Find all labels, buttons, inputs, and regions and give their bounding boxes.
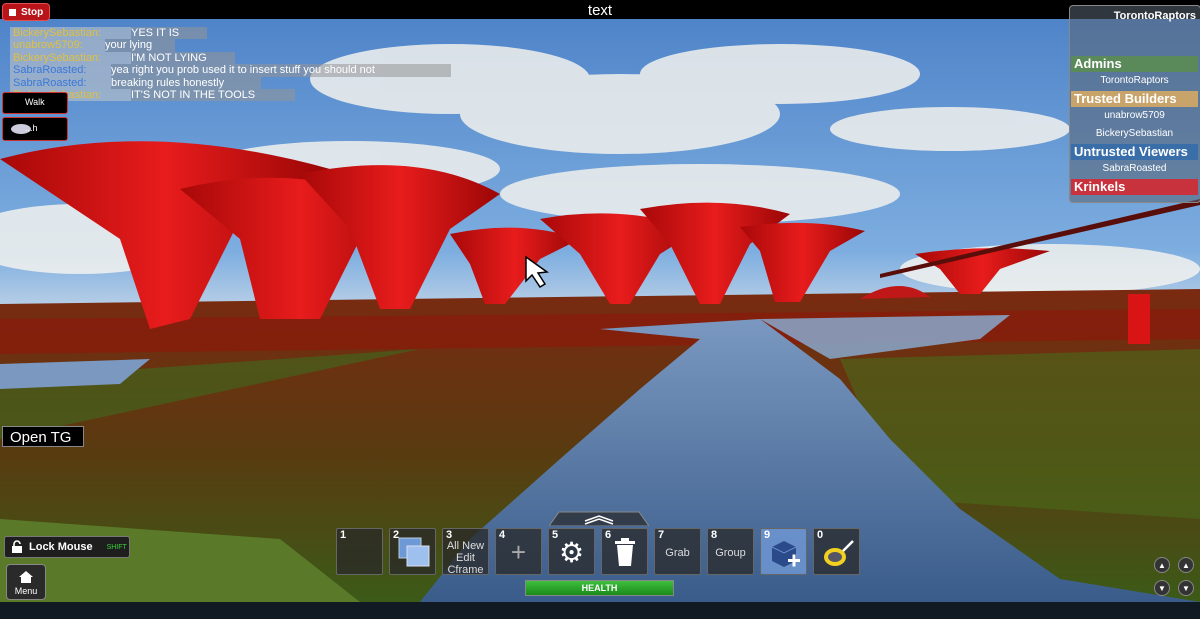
- chat-message: yea right you prob used it to insert stu…: [111, 64, 451, 77]
- chat-line: SabraRoasted: yea right you prob used it …: [10, 64, 451, 77]
- lock-mouse-button[interactable]: Lock Mouse SHIFT: [4, 536, 130, 558]
- slot-number: 7: [658, 529, 665, 541]
- chat-message: breaking rules honestly: [111, 76, 261, 89]
- health-label: HEALTH: [581, 583, 618, 593]
- slot-number: 6: [605, 529, 612, 541]
- chat-line: unabrow5709: your lying: [10, 39, 451, 52]
- hotbar-slot-2[interactable]: 2: [389, 528, 436, 575]
- paint-bucket-icon: [824, 540, 854, 566]
- chat-speaker: SabraRoasted:: [10, 76, 111, 89]
- camera-down-button[interactable]: ▼: [1154, 580, 1170, 596]
- window-title: text: [587, 2, 613, 19]
- stop-label: Stop: [21, 6, 44, 18]
- menu-label: Menu: [14, 586, 38, 596]
- chat-line: BickerySebastian:IT'S NOT IN THE TOOLS: [10, 88, 451, 102]
- copy-icon: [398, 537, 430, 567]
- local-player-name: TorontoRaptors: [1113, 10, 1196, 22]
- red-pillar: [1128, 294, 1150, 344]
- chevron-up-icon: ▲: [1182, 561, 1190, 570]
- slot-number: 8: [711, 529, 718, 541]
- hotbar-slot-6[interactable]: 6: [601, 528, 648, 575]
- open-tg-label: Open TG: [10, 429, 72, 446]
- slot-label: All New Edit Cframe: [446, 540, 485, 576]
- stop-icon: [9, 8, 16, 16]
- health-bar: HEALTH: [525, 580, 674, 596]
- team-krinkels[interactable]: Krinkels: [1071, 179, 1198, 195]
- chat-line: SabraRoasted: breaking rules honestly: [10, 76, 451, 89]
- hotbar-slot-4[interactable]: 4 +: [495, 528, 542, 575]
- player-entry[interactable]: BickerySebastian: [1071, 127, 1198, 140]
- menu-button[interactable]: Menu: [6, 564, 46, 600]
- walk-label: Walk: [25, 97, 45, 107]
- chat-toggle-label: ...h: [25, 123, 38, 133]
- chat-message: IT'S NOT IN THE TOOLS: [131, 88, 295, 102]
- lock-icon: [12, 540, 22, 553]
- insert-block-icon: [771, 541, 800, 567]
- chat-message: your lying: [105, 39, 175, 52]
- hotbar-slot-8[interactable]: 8 Group: [707, 528, 754, 575]
- camera-tilt-down-button[interactable]: ▼: [1178, 580, 1194, 596]
- gear-icon: ⚙: [558, 537, 585, 568]
- chat-speaker: unabrow5709:: [10, 39, 105, 52]
- chat-log: BickerySebastian: YES IT IS unabrow5709: y…: [10, 27, 451, 102]
- chat-toggle-button[interactable]: ...h: [2, 117, 68, 141]
- player-entry[interactable]: SabraRoasted: [1071, 162, 1198, 175]
- team-admins[interactable]: Admins: [1071, 56, 1198, 72]
- backpack-toggle-icon[interactable]: [549, 508, 649, 526]
- team-untrusted-viewers[interactable]: Untrusted Viewers: [1071, 144, 1198, 160]
- shift-hint: SHIFT: [106, 543, 127, 551]
- chat-speaker: BickerySebastian:: [10, 27, 131, 40]
- chevron-up-icon: ▲: [1158, 561, 1166, 570]
- trash-icon: [615, 538, 635, 566]
- chevron-down-icon: ▼: [1182, 584, 1190, 593]
- camera-up-button[interactable]: ▲: [1154, 557, 1170, 573]
- chat-line: BickerySebastian: YES IT IS: [10, 27, 451, 40]
- slot-label: Grab: [665, 547, 690, 559]
- chat-message: I'M NOT LYING: [131, 51, 235, 65]
- hotbar-slot-5[interactable]: 5 ⚙: [548, 528, 595, 575]
- plus-icon: +: [510, 537, 527, 567]
- open-tg-button[interactable]: Open TG: [2, 426, 84, 447]
- player-entry[interactable]: unabrow5709: [1071, 109, 1198, 122]
- slot-number: 1: [340, 529, 347, 541]
- hotbar-slot-0[interactable]: 0: [813, 528, 860, 575]
- hotbar-slot-7[interactable]: 7 Grab: [654, 528, 701, 575]
- chat-speaker: BickerySebastian:: [10, 51, 131, 65]
- chat-line: BickerySebastian: I'M NOT LYING: [10, 51, 451, 65]
- chevron-down-icon: ▼: [1158, 584, 1166, 593]
- lock-mouse-label: Lock Mouse: [29, 541, 93, 553]
- slot-label: Group: [715, 547, 746, 559]
- stop-button[interactable]: Stop: [2, 3, 50, 21]
- hotbar-slot-3[interactable]: 3 All New Edit Cframe: [442, 528, 489, 576]
- bottom-bar: [0, 602, 1200, 619]
- home-icon: [19, 571, 33, 583]
- chat-message: YES IT IS: [131, 27, 207, 40]
- player-list: TorontoRaptors Admins TorontoRaptors Tru…: [1069, 5, 1200, 203]
- hotbar-slot-9[interactable]: 9: [760, 528, 807, 575]
- camera-tilt-up-button[interactable]: ▲: [1178, 557, 1194, 573]
- window-title-bar: text: [0, 0, 1200, 19]
- player-entry[interactable]: TorontoRaptors: [1071, 74, 1198, 87]
- hotbar-slot-1[interactable]: 1: [336, 528, 383, 575]
- walk-button[interactable]: Walk: [2, 92, 68, 114]
- chat-speaker: SabraRoasted:: [10, 64, 111, 77]
- team-trusted-builders[interactable]: Trusted Builders: [1071, 91, 1198, 107]
